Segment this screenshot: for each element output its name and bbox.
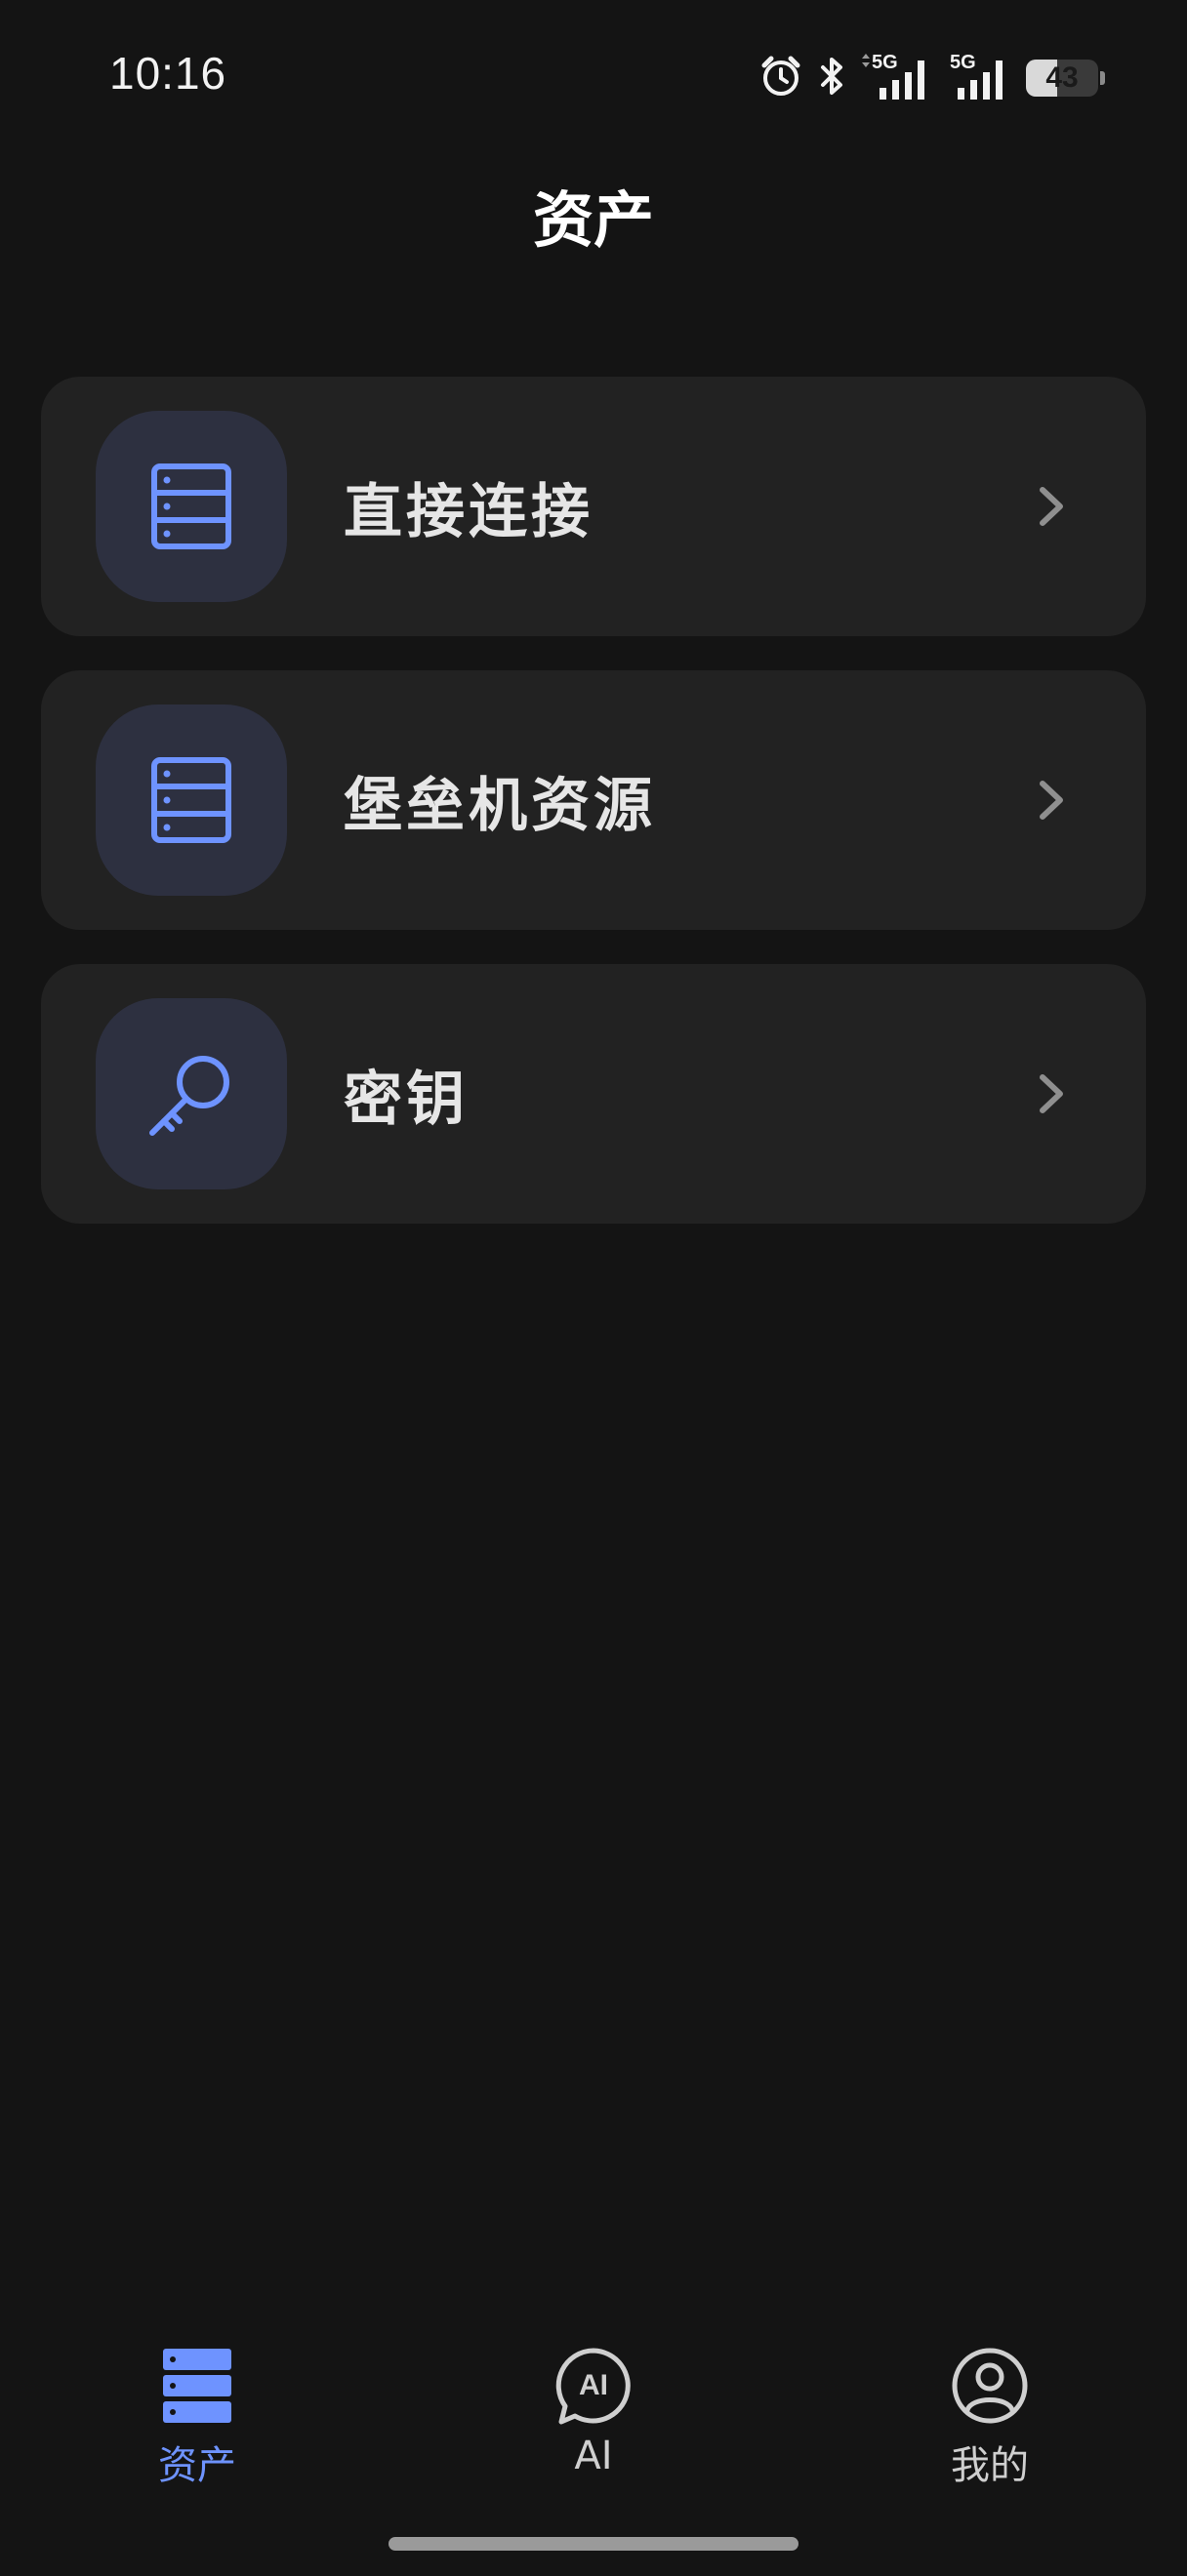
svg-text:5G: 5G [950,52,976,73]
alarm-icon [758,54,803,102]
chevron-right-icon [1040,1074,1063,1113]
status-time: 10:16 [109,48,227,99]
menu-item-keys[interactable]: 密钥 [41,964,1146,1224]
page-title: 资产 [532,184,654,256]
menu-item-label: 堡垒机资源 [344,771,656,840]
tab-ai[interactable]: AI AI [476,2342,711,2498]
tab-label: 我的 [951,2443,1029,2488]
chevron-right-icon [1040,487,1063,526]
tab-assets[interactable]: 资产 [80,2342,314,2498]
status-icons: 5G 5G 43 [758,49,1105,107]
ai-chat-icon: AI [550,2342,637,2430]
tab-profile[interactable]: 我的 [873,2342,1107,2498]
asset-menu: 直接连接 堡垒机资源 密钥 [41,377,1146,1258]
bluetooth-icon [817,54,846,102]
signal-5g-icon: 5G [948,51,1012,105]
tab-label: AI [574,2434,613,2478]
battery-level: 43 [1045,61,1079,94]
svg-text:AI: AI [579,2369,608,2401]
signal-5g-icon: 5G [860,51,934,105]
key-icon [96,998,287,1189]
user-icon [946,2342,1034,2430]
bottom-nav: 资产 AI AI 我的 [0,2342,1187,2517]
home-indicator[interactable] [389,2537,798,2551]
tab-label: 资产 [158,2443,236,2488]
server-icon [96,704,287,896]
menu-item-direct-connect[interactable]: 直接连接 [41,377,1146,636]
server-stack-icon [153,2342,241,2430]
battery-indicator: 43 [1026,60,1098,97]
menu-item-label: 直接连接 [344,477,594,546]
chevron-right-icon [1040,781,1063,820]
status-bar: 10:16 5G 5G 43 [0,0,1187,156]
battery-cap [1100,71,1105,85]
menu-item-label: 密钥 [344,1065,469,1134]
menu-item-bastion-resources[interactable]: 堡垒机资源 [41,670,1146,930]
server-icon [96,411,287,602]
svg-text:5G: 5G [872,52,898,73]
